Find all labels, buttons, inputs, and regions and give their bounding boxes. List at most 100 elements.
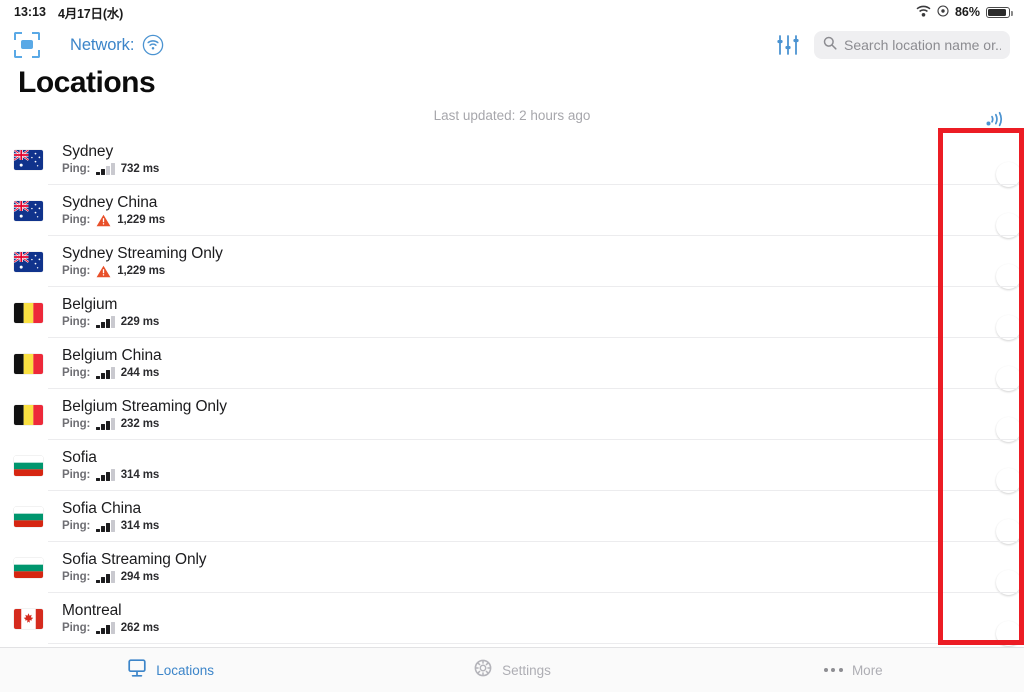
bulgaria-flag (14, 506, 43, 527)
location-row-text: Belgium Ping: 229 ms (62, 296, 159, 329)
bulgaria-flag (14, 455, 43, 476)
location-row[interactable]: Montreal Ping: 262 ms (0, 593, 1024, 646)
australia-flag (14, 200, 43, 221)
last-updated-text: Last updated: 2 hours ago (433, 108, 591, 123)
tab-more[interactable]: More (683, 648, 1024, 692)
toggle-knob (996, 569, 1021, 595)
canada-flag (14, 608, 43, 629)
ping-value: 294 ms (120, 571, 160, 583)
location-name: Sydney China (62, 194, 158, 211)
network-label: Network: (70, 35, 135, 54)
ping-waves-icon[interactable] (984, 109, 1006, 134)
locations-list[interactable]: Sydney Ping: 732 ms Sydney China Ping: 1… (0, 134, 1024, 646)
ping-label: Ping: (62, 367, 91, 379)
location-ping: Ping: 294 ms (62, 570, 206, 584)
location-row-text: Belgium China Ping: 244 ms (62, 347, 162, 380)
location-ping: Ping: 732 ms (62, 162, 159, 176)
signal-bars-icon (96, 571, 115, 583)
location-row-text: Sydney Ping: 732 ms (62, 143, 159, 176)
signal-bars-icon (96, 520, 115, 532)
location-row[interactable]: Sofia Streaming Only Ping: 294 ms (0, 542, 1024, 595)
ping-label: Ping: (62, 316, 91, 328)
search-input[interactable] (844, 37, 1001, 53)
wifi-circle-icon[interactable] (142, 34, 164, 56)
toggle-knob (996, 365, 1021, 391)
ping-label: Ping: (62, 571, 91, 583)
status-bar: 13:13 4月17日(水) 86% (0, 0, 1024, 24)
signal-bars-icon (96, 316, 115, 328)
location-name: Sofia Streaming Only (62, 551, 207, 568)
location-name: Sofia China (62, 500, 142, 517)
ping-label: Ping: (62, 265, 91, 277)
toggle-knob (996, 314, 1021, 340)
ping-label: Ping: (62, 163, 91, 175)
bulgaria-flag (14, 455, 43, 476)
belgium-flag (14, 404, 43, 425)
ping-label: Ping: (62, 418, 91, 430)
location-row[interactable]: Sofia China Ping: 314 ms (0, 491, 1024, 544)
australia-flag (14, 251, 43, 272)
toggle-knob (996, 518, 1021, 544)
location-name: Sydney Streaming Only (62, 245, 223, 262)
ping-value: 262 ms (120, 622, 160, 634)
location-ping: Ping: 1,229 ms (62, 264, 223, 278)
location-row[interactable]: Sydney Streaming Only Ping: 1,229 ms (0, 236, 1024, 289)
location-ping: Ping: 314 ms (62, 519, 159, 533)
scan-frame-icon[interactable] (14, 32, 40, 58)
location-ping: Ping: 232 ms (62, 417, 227, 431)
app-header: Network: (0, 24, 1024, 66)
location-services-icon (937, 4, 949, 20)
location-name: Belgium Streaming Only (62, 398, 227, 415)
list-header: Last updated: 2 hours ago (0, 108, 1024, 130)
status-bar-date: 4月17日(水) (57, 6, 124, 21)
location-row[interactable]: Sydney Ping: 732 ms (0, 134, 1024, 187)
belgium-flag (14, 302, 43, 323)
signal-bars-icon (96, 622, 115, 634)
bulgaria-flag (14, 506, 43, 527)
battery-percent: 86% (954, 5, 980, 19)
page-title: Locations (18, 66, 156, 99)
tab-locations[interactable]: Locations (0, 648, 341, 692)
bottom-tab-bar[interactable]: Locations Settings More (0, 647, 1024, 692)
monitor-icon (127, 658, 147, 683)
belgium-flag (14, 302, 43, 323)
status-bar-left: 13:13 4月17日(水) (14, 3, 123, 22)
belgium-flag (14, 353, 43, 374)
ellipsis-icon (823, 668, 843, 672)
tab-settings[interactable]: Settings (341, 648, 682, 692)
ping-label: Ping: (62, 214, 91, 226)
ping-value: 244 ms (120, 367, 160, 379)
ping-value: 732 ms (120, 163, 160, 175)
location-row[interactable]: Belgium China Ping: 244 ms (0, 338, 1024, 391)
location-row[interactable]: Sofia Ping: 314 ms (0, 440, 1024, 493)
toggle-knob (996, 263, 1021, 289)
toggle-knob (996, 161, 1021, 187)
app-window: 13:13 4月17日(水) 86% Network: Search locat… (0, 0, 1024, 692)
warning-triangle-icon (96, 214, 111, 227)
canada-flag (14, 608, 43, 629)
search-box[interactable] (814, 31, 1010, 59)
location-ping: Ping: 229 ms (62, 315, 159, 329)
belgium-flag (14, 404, 43, 425)
location-name: Montreal (62, 602, 122, 619)
ping-label: Ping: (62, 622, 91, 634)
filter-sliders-icon[interactable] (776, 34, 800, 56)
location-row-text: Sofia Streaming Only Ping: 294 ms (62, 551, 207, 584)
location-row[interactable]: Belgium Streaming Only Ping: 232 ms (0, 389, 1024, 442)
australia-flag (14, 149, 43, 170)
battery-icon (986, 6, 1013, 18)
bulgaria-flag (14, 557, 43, 578)
toggle-knob (996, 212, 1021, 238)
location-row-text: Belgium Streaming Only Ping: 232 ms (62, 398, 227, 431)
location-row[interactable]: Belgium Ping: 229 ms (0, 287, 1024, 340)
location-row-text: Sydney China Ping: 1,229 ms (62, 194, 165, 227)
tab-label: Settings (502, 662, 551, 678)
location-ping: Ping: 244 ms (62, 366, 162, 380)
wifi-icon (916, 5, 931, 20)
bulgaria-flag (14, 557, 43, 578)
toggle-knob (996, 416, 1021, 442)
signal-bars-icon (96, 418, 115, 430)
location-row-text: Sofia China Ping: 314 ms (62, 500, 159, 533)
location-ping: Ping: 262 ms (62, 621, 159, 635)
location-row[interactable]: Sydney China Ping: 1,229 ms (0, 185, 1024, 238)
